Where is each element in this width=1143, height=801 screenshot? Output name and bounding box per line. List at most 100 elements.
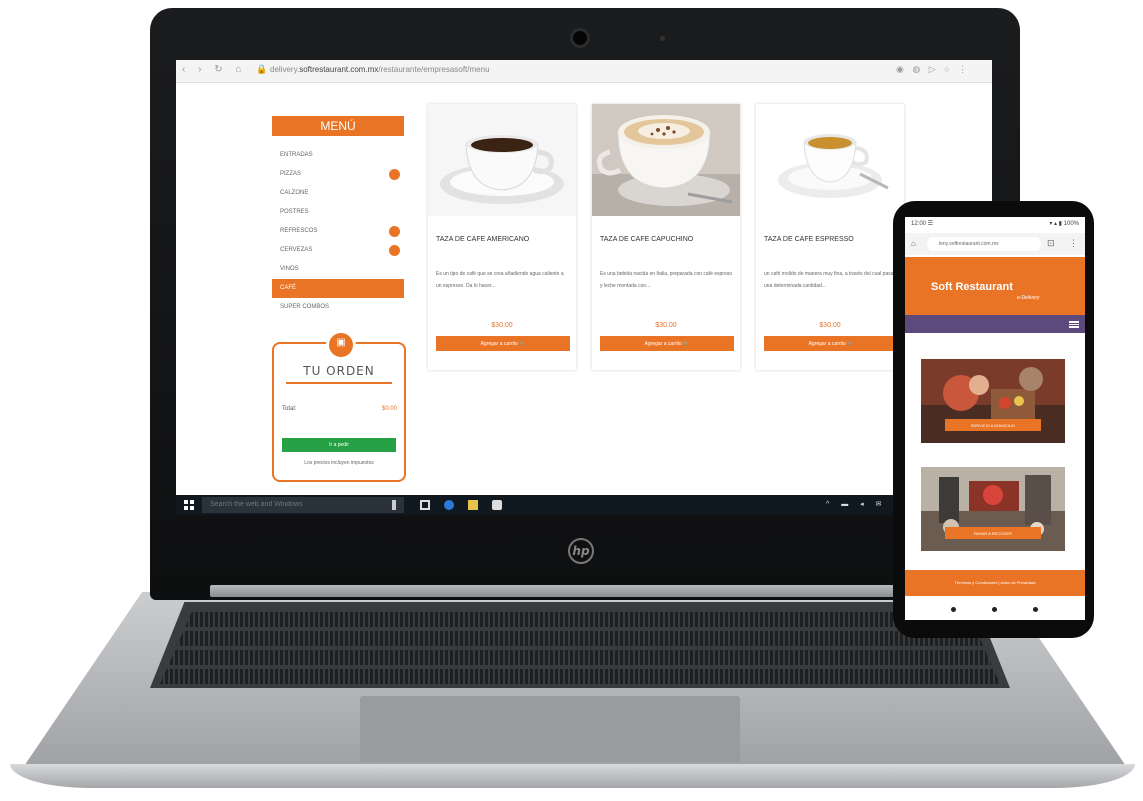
menu-title: MENÚ	[272, 116, 404, 136]
product-title: TAZA DE CAFE AMERICANO	[436, 236, 530, 243]
add-to-cart-label: Agregar a carrito	[644, 340, 682, 347]
phone-status-bar: 12:00 ☰ ▾ ▴ ▮ 100%	[905, 217, 1085, 231]
menu-item[interactable]: POSTRES	[272, 203, 404, 222]
product-card-capuchino: TAZA DE CAFE CAPUCHINO Es una bebida nac…	[592, 104, 740, 370]
laptop-hinge	[210, 585, 950, 597]
menu-item-badge-icon	[389, 226, 400, 237]
menu-item-badge-icon	[389, 169, 400, 180]
menu-item[interactable]: VINOS	[272, 260, 404, 279]
order-total-label: Total:	[282, 406, 297, 412]
menu-item-label: PIZZAS	[280, 171, 302, 177]
menu-category-list: ENTRADAS PIZZAS CALZONE POSTRES REFRESCOS CER…	[272, 146, 404, 317]
file-explorer-icon[interactable]	[468, 500, 478, 510]
menu-item-label: REFRESCOS	[280, 228, 318, 234]
product-price: $30.00	[491, 322, 513, 329]
menu-item-label: SUPER COMBOS	[280, 304, 330, 310]
product-title: TAZA DE CAFE CAPUCHINO	[600, 236, 694, 243]
add-to-cart-button[interactable]: Agregar a carrito 🛒	[764, 336, 898, 351]
taskbar-search-input[interactable]	[202, 497, 404, 513]
product-title: TAZA DE CAFE ESPRESSO	[764, 236, 854, 243]
phone-nav-keys	[905, 598, 1085, 620]
order-title: TU ORDEN	[303, 364, 375, 378]
order-panel: ▣ TU ORDEN Total: $0.00 Ir a pedir Los p…	[272, 330, 406, 482]
product-grid: TAZA DE CAFE AMERICANO Es un tipo de caf…	[428, 104, 908, 386]
pickup-button[interactable]: PASAR A RECOGER	[945, 527, 1041, 539]
menu-item-badge-icon	[389, 245, 400, 256]
laptop-base-edge	[10, 764, 1135, 788]
soft-restaurant-logo: Soft Restaurant	[931, 281, 1013, 293]
store-icon[interactable]	[492, 500, 502, 510]
menu-item-label: CAFÉ	[280, 285, 297, 291]
cart-icon: 🛒	[519, 340, 526, 347]
laptop-screen: ‹ › ↻ ⌂ 🔒 delivery.softrestaurant.com.mx…	[176, 60, 992, 515]
cart-icon: 🛒	[683, 340, 690, 347]
menu-item-label: VINOS	[280, 266, 299, 272]
back-key-icon[interactable]	[951, 607, 956, 612]
checkout-button[interactable]: Ir a pedir	[282, 438, 396, 452]
menu-item-label: POSTRES	[280, 209, 309, 215]
shopping-bag-icon: ▣	[326, 330, 356, 360]
edge-browser-icon[interactable]	[444, 500, 454, 510]
browser-url[interactable]: delivery.softrestaurant.com.mx/restauran…	[270, 65, 490, 74]
logo-subtitle: e-Delivery	[1017, 295, 1040, 301]
product-description: Es un tipo de café que se crea añadiendo…	[436, 271, 564, 289]
tabs-icon[interactable]: ⊡	[1047, 238, 1055, 249]
webcam-icon	[570, 28, 590, 48]
url-domain: softrestaurant.com.mx	[299, 65, 379, 74]
laptop-touchpad	[360, 696, 740, 762]
hp-logo-icon: hp	[568, 538, 594, 564]
phone-navbar	[905, 315, 1085, 333]
more-options-icon[interactable]: ⋮	[1069, 238, 1078, 249]
product-price: $30.00	[655, 322, 677, 329]
task-view-icon[interactable]	[420, 500, 430, 510]
pickup-tile[interactable]: PASAR A RECOGER	[921, 467, 1065, 551]
add-to-cart-button[interactable]: Agregar a carrito 🛒	[600, 336, 734, 351]
delivery-tile[interactable]: SERVICIO A DOMICILIO	[921, 359, 1065, 443]
menu-item-label: CALZONE	[280, 190, 309, 196]
phone-status-right: ▾ ▴ ▮ 100%	[1049, 221, 1079, 227]
microphone-icon[interactable]	[392, 500, 396, 510]
recents-key-icon[interactable]	[1033, 607, 1038, 612]
product-card-americano: TAZA DE CAFE AMERICANO Es un tipo de caf…	[428, 104, 576, 370]
menu-item[interactable]: SUPER COMBOS	[272, 298, 404, 317]
menu-item[interactable]: PIZZAS	[272, 165, 404, 184]
menu-item[interactable]: ENTRADAS	[272, 146, 404, 165]
menu-item[interactable]: CALZONE	[272, 184, 404, 203]
phone-footer[interactable]: Términos y Condiciones | Aviso de Privac…	[905, 570, 1085, 596]
phone-status-left: 12:00 ☰	[911, 221, 934, 227]
hamburger-menu-icon[interactable]	[1069, 321, 1079, 328]
browser-nav-icons[interactable]: ‹ › ↻ ⌂	[182, 64, 246, 75]
add-to-cart-button[interactable]: Agregar a carrito 🛒	[436, 336, 570, 351]
browser-extension-icons[interactable]: ◉ ◍ ▷ ○ ⋮	[896, 64, 970, 75]
add-to-cart-label: Agregar a carrito	[480, 340, 518, 347]
menu-item[interactable]: CAFÉ	[272, 279, 404, 298]
url-prefix: delivery.	[270, 65, 300, 74]
cart-icon: 🛒	[847, 340, 854, 347]
windows-taskbar: ^ ▬ ◂ ✉	[176, 495, 992, 515]
url-path: /restaurante/empresasoft/menu	[378, 65, 490, 74]
product-image-espresso[interactable]	[756, 104, 904, 216]
menu-item[interactable]: CERVEZAS	[272, 241, 404, 260]
phone-screen: 12:00 ☰ ▾ ▴ ▮ 100% ⌂ leny.softrestaurant…	[905, 217, 1085, 620]
product-image-americano[interactable]	[428, 104, 576, 216]
menu-panel: MENÚ ENTRADAS PIZZAS CALZONE POSTRES REFRESC…	[272, 112, 408, 486]
menu-item-label: CERVEZAS	[280, 247, 313, 253]
product-card-espresso: TAZA DE CAFE ESPRESSO un café molido de …	[756, 104, 904, 370]
menu-item[interactable]: REFRESCOS	[272, 222, 404, 241]
webcam-led	[660, 36, 665, 41]
windows-start-icon[interactable]	[184, 500, 194, 510]
add-to-cart-label: Agregar a carrito	[808, 340, 846, 347]
product-description: Es una bebida nacida en Italia, preparad…	[600, 271, 733, 289]
home-icon[interactable]: ⌂	[911, 239, 916, 248]
product-description: un café molido de manera muy fina, a tra…	[764, 271, 894, 289]
home-key-icon[interactable]	[992, 607, 997, 612]
laptop-keys	[160, 608, 1000, 684]
system-tray-icons[interactable]: ^ ▬ ◂ ✉	[826, 500, 887, 508]
phone-url[interactable]: leny.softrestaurant.com.mx	[927, 237, 1041, 251]
product-price: $30.00	[819, 322, 841, 329]
lock-icon: 🔒	[256, 64, 268, 74]
phone-header: Soft Restaurant e-Delivery	[905, 257, 1085, 315]
order-tax-note: Los precios incluyen impuestos	[304, 460, 374, 466]
product-image-capuchino[interactable]	[592, 104, 740, 216]
delivery-button[interactable]: SERVICIO A DOMICILIO	[945, 419, 1041, 431]
